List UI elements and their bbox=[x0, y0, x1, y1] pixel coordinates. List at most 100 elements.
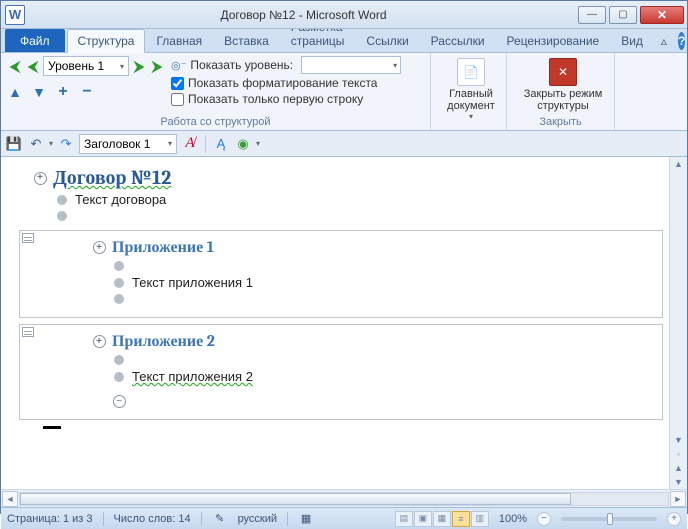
highlight-icon[interactable]: ◉ bbox=[234, 135, 252, 153]
document-content[interactable]: + Договор №12 Текст договора + Приложени… bbox=[1, 157, 669, 489]
chevron-down-icon: ▾ bbox=[393, 61, 397, 70]
outline-view-icon[interactable]: ≡ bbox=[452, 511, 470, 527]
show-level-dropdown[interactable]: ▾ bbox=[301, 56, 401, 74]
save-icon[interactable]: 💾 bbox=[5, 135, 23, 153]
draft-view-icon[interactable]: ▥ bbox=[471, 511, 489, 527]
promote-to-heading1-icon[interactable]: ⮜ bbox=[7, 58, 23, 74]
master-document-button[interactable]: 📄 Главный документ ▾ bbox=[437, 56, 505, 123]
subdocument-1[interactable]: + Приложение 1 Текст приложения 1 bbox=[19, 230, 663, 318]
prev-page-icon[interactable]: ▲ bbox=[674, 461, 683, 475]
style-dropdown[interactable]: Заголовок 1 ▾ bbox=[79, 134, 177, 154]
expand-node-icon[interactable]: + bbox=[93, 241, 106, 254]
close-button[interactable]: ✕ bbox=[640, 6, 684, 24]
expand-node-icon[interactable]: + bbox=[34, 172, 47, 185]
tab-refs[interactable]: Ссылки bbox=[355, 29, 419, 52]
tab-insert[interactable]: Вставка bbox=[213, 29, 280, 52]
promote-icon[interactable]: ⮜ bbox=[25, 58, 41, 74]
outline-level-dropdown[interactable]: Уровень 1 ▾ bbox=[43, 56, 129, 76]
outline-empty[interactable] bbox=[55, 208, 669, 224]
master-doc-label: Главный документ bbox=[439, 88, 503, 112]
outline-options: ◎⁻ Показать уровень: ▾ Показать форматир… bbox=[171, 56, 401, 106]
next-page-icon[interactable]: ▼ bbox=[674, 475, 683, 489]
collapse-node-icon[interactable]: − bbox=[113, 395, 126, 408]
ribbon-tabs: Файл Структура Главная Вставка Разметка … bbox=[1, 29, 687, 53]
show-firstline-checkbox[interactable] bbox=[171, 93, 184, 106]
body-node-icon bbox=[114, 261, 124, 271]
horizontal-scrollbar[interactable]: ◄ ► bbox=[1, 489, 687, 507]
subdoc-handle-icon[interactable] bbox=[22, 327, 34, 337]
zoom-slider[interactable] bbox=[561, 517, 657, 521]
outline-body[interactable]: Текст договора bbox=[55, 191, 669, 208]
ribbon-group-outline-tools: ⮜ ⮜ Уровень 1 ▾ ⮞ ⮞ ▲ ▼ + − bbox=[1, 53, 431, 130]
outline-empty[interactable] bbox=[112, 291, 662, 307]
outline-body[interactable]: Текст приложения 2 bbox=[112, 368, 662, 385]
move-up-icon[interactable]: ▲ bbox=[7, 84, 23, 100]
outline-heading2[interactable]: + Приложение 2 bbox=[92, 331, 662, 352]
close-outline-button[interactable]: ✕ Закрыть режим структуры bbox=[513, 56, 613, 114]
scroll-right-icon[interactable]: ► bbox=[670, 491, 686, 507]
language-status[interactable]: русский bbox=[238, 513, 277, 525]
body-node-icon bbox=[57, 211, 67, 221]
page-status[interactable]: Страница: 1 из 3 bbox=[7, 513, 93, 525]
minimize-button[interactable]: ― bbox=[578, 6, 606, 24]
body-node-icon bbox=[114, 355, 124, 365]
body-node-icon bbox=[114, 294, 124, 304]
subdocument-2[interactable]: + Приложение 2 Текст приложения 2 − bbox=[19, 324, 663, 420]
undo-icon[interactable]: ↶ bbox=[27, 135, 45, 153]
outline-empty[interactable] bbox=[112, 258, 662, 274]
body-text: Текст приложения 2 bbox=[132, 369, 253, 384]
close-icon: ✕ bbox=[549, 58, 577, 86]
word-count[interactable]: Число слов: 14 bbox=[114, 513, 191, 525]
show-formatting-checkbox[interactable] bbox=[171, 77, 184, 90]
outline-collapse[interactable]: − bbox=[112, 393, 662, 409]
ribbon: ⮜ ⮜ Уровень 1 ▾ ⮞ ⮞ ▲ ▼ + − bbox=[1, 53, 687, 131]
scroll-left-icon[interactable]: ◄ bbox=[2, 491, 18, 507]
document-area: + Договор №12 Текст договора + Приложени… bbox=[1, 157, 687, 489]
collapse-icon[interactable]: − bbox=[79, 84, 95, 100]
web-view-icon[interactable]: ▦ bbox=[433, 511, 451, 527]
fullscreen-view-icon[interactable]: ▣ bbox=[414, 511, 432, 527]
help-icon[interactable]: ? bbox=[678, 32, 685, 50]
maximize-button[interactable]: ▢ bbox=[609, 6, 637, 24]
font-color-icon[interactable]: Ą bbox=[212, 135, 230, 153]
outline-heading2[interactable]: + Приложение 1 bbox=[92, 237, 662, 258]
clear-formatting-icon[interactable]: A̸ bbox=[181, 135, 199, 153]
browse-object-icon[interactable]: ◦ bbox=[677, 447, 680, 461]
subdoc-handle-icon[interactable] bbox=[22, 233, 34, 243]
scrollbar-track[interactable] bbox=[671, 171, 687, 433]
body-node-icon bbox=[114, 278, 124, 288]
tab-structure[interactable]: Структура bbox=[67, 29, 146, 53]
scroll-up-icon[interactable]: ▲ bbox=[674, 157, 683, 171]
vertical-scrollbar[interactable]: ▲ ▼ ◦ ▲ ▼ bbox=[669, 157, 687, 489]
outline-heading1[interactable]: + Договор №12 bbox=[33, 165, 669, 191]
outline-body[interactable]: Текст приложения 1 bbox=[112, 274, 662, 291]
heading2-text: Приложение 1 bbox=[112, 238, 214, 257]
chevron-down-icon[interactable]: ▾ bbox=[49, 139, 53, 148]
zoom-value[interactable]: 100% bbox=[499, 513, 527, 525]
scrollbar-thumb[interactable] bbox=[20, 493, 571, 505]
tab-mail[interactable]: Рассылки bbox=[420, 29, 496, 52]
ribbon-minimize-icon[interactable]: ▵ bbox=[654, 29, 674, 52]
scroll-down-icon[interactable]: ▼ bbox=[674, 433, 683, 447]
print-layout-view-icon[interactable]: ▤ bbox=[395, 511, 413, 527]
tab-review[interactable]: Рецензирование bbox=[496, 29, 611, 52]
demote-icon[interactable]: ⮞ bbox=[131, 58, 147, 74]
quick-access-toolbar: 💾 ↶ ▾ ↷ Заголовок 1 ▾ A̸ Ą ◉ ▾ bbox=[1, 131, 687, 157]
qat-customize-icon[interactable]: ▾ bbox=[256, 139, 260, 148]
outline-empty[interactable] bbox=[112, 352, 662, 368]
demote-to-body-icon[interactable]: ⮞ bbox=[149, 58, 165, 74]
tab-file[interactable]: Файл bbox=[5, 29, 65, 52]
text-cursor bbox=[43, 426, 61, 429]
expand-icon[interactable]: + bbox=[55, 84, 71, 100]
scrollbar-track[interactable] bbox=[19, 492, 669, 506]
tab-home[interactable]: Главная bbox=[145, 29, 213, 52]
ribbon-group-close-title: Закрыть bbox=[513, 114, 608, 129]
ribbon-group-title: Работа со структурой bbox=[7, 114, 424, 129]
tab-view[interactable]: Вид bbox=[610, 29, 654, 52]
redo-icon[interactable]: ↷ bbox=[57, 135, 75, 153]
zoom-knob[interactable] bbox=[607, 513, 613, 525]
move-down-icon[interactable]: ▼ bbox=[31, 84, 47, 100]
window-title: Договор №12 - Microsoft Word bbox=[29, 8, 578, 22]
chevron-down-icon: ▾ bbox=[469, 112, 473, 121]
expand-node-icon[interactable]: + bbox=[93, 335, 106, 348]
